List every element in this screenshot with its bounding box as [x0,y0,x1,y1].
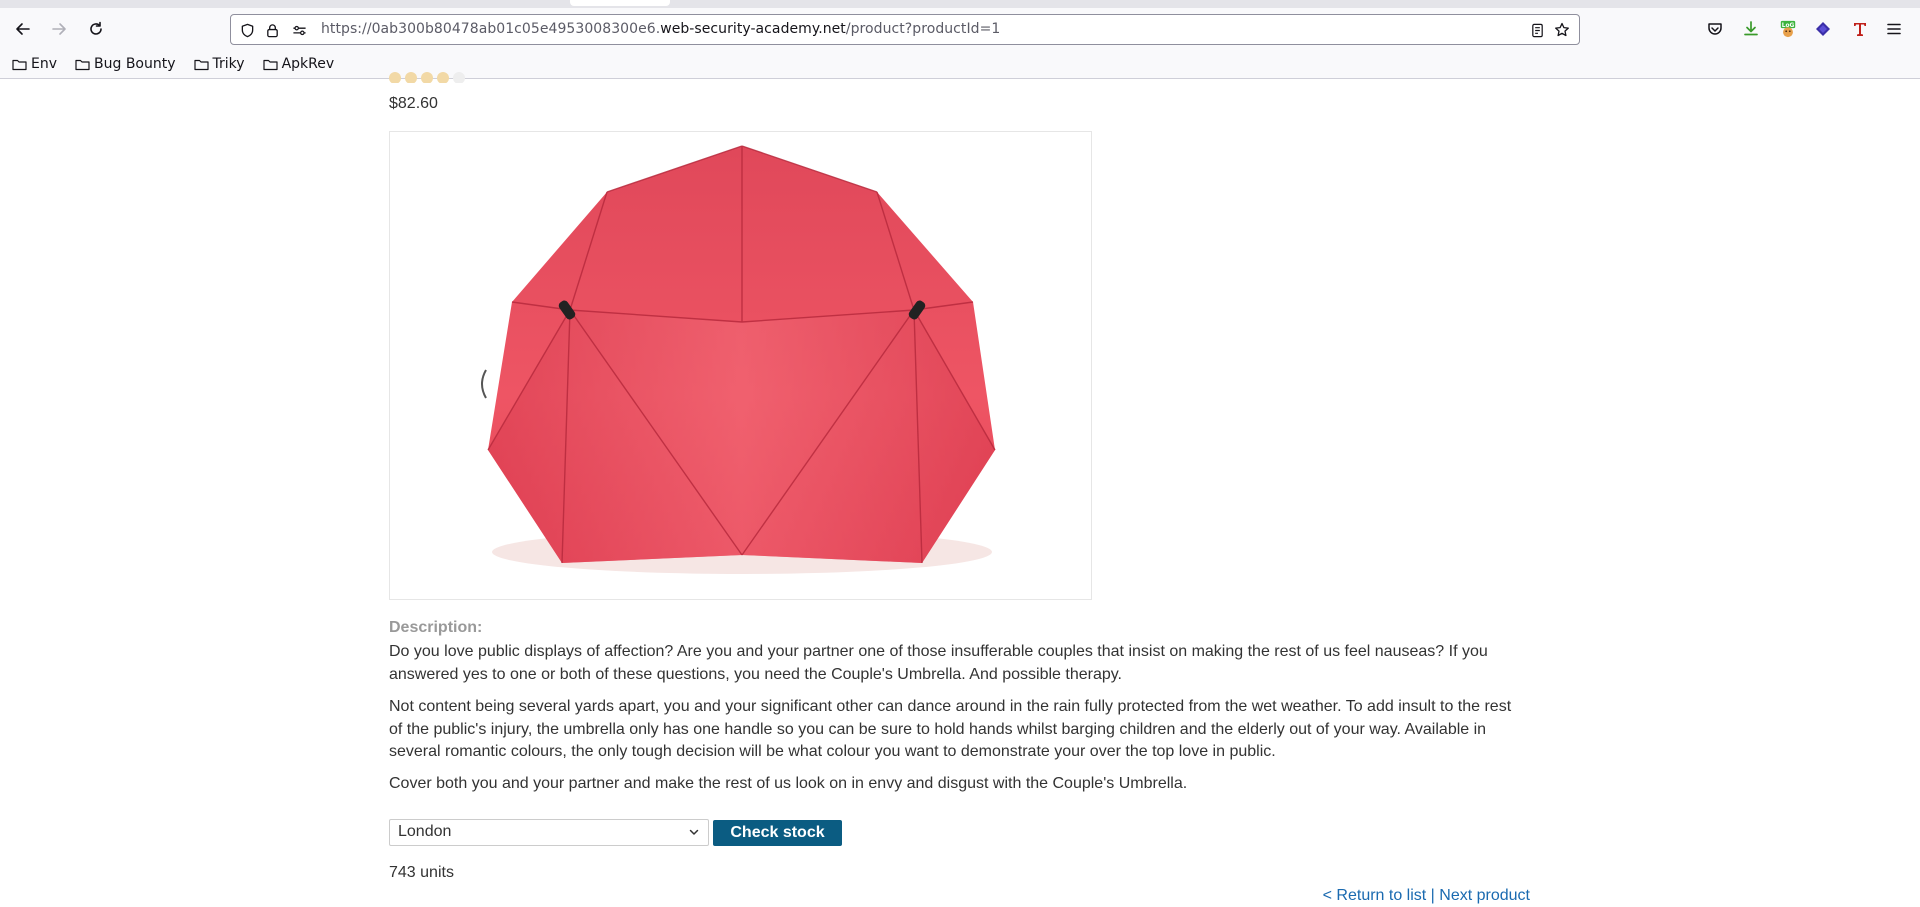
description-heading: Description: [389,619,483,636]
reload-icon [90,21,102,35]
rating-star-icon [437,72,449,83]
stock-result: 743 units [389,864,454,881]
next-product-link[interactable]: Next product [1439,887,1530,904]
bookmark-folder-triky[interactable]: Triky [193,56,245,72]
back-button[interactable] [11,17,35,41]
store-select-value: London [398,823,452,840]
tab-strip [0,0,1920,8]
url-prefix: https://0ab300b80478ab01c05e4953008300e6… [321,21,661,37]
folder-icon [12,59,27,70]
url-path: /product?productId=1 [845,21,1001,37]
browser-chrome: https://0ab300b80478ab01c05e4953008300e6… [0,0,1920,79]
description-paragraph: Not content being several yards apart, y… [389,698,1512,760]
rating-star-icon [453,72,465,83]
store-select[interactable]: London [389,819,709,846]
shield-icon[interactable] [239,22,255,38]
nav-separator: | [1426,887,1440,904]
description-paragraph: Cover both you and your partner and make… [389,775,1188,792]
product-price: $82.60 [389,95,438,112]
forward-arrow-icon [52,23,66,35]
return-to-list-link[interactable]: < Return to list [1323,887,1427,904]
bookmark-label: Env [31,56,58,72]
active-tab[interactable] [570,0,670,6]
folder-icon [262,59,278,70]
star-rating [389,71,509,83]
url-text[interactable]: https://0ab300b80478ab01c05e4953008300e6… [321,21,1000,37]
reload-button[interactable] [84,17,108,41]
forward-button[interactable] [47,17,71,41]
url-bar[interactable]: https://0ab300b80478ab01c05e4953008300e6… [230,14,1580,45]
downloads-icon[interactable] [1739,17,1763,41]
bookmark-folder-bug-bounty[interactable]: Bug Bounty [75,56,176,72]
permissions-icon[interactable] [291,22,307,38]
app-menu-icon[interactable] [1882,17,1906,41]
bookmark-folder-apkrev[interactable]: ApkRev [262,56,335,72]
bookmarks-toolbar: Env Bug Bounty Triky ApkRev [0,52,340,76]
rating-star-icon [405,72,417,83]
bookmark-label: ApkRev [281,56,335,72]
product-page: $82.60 Description: Do you love public d… [0,72,1920,907]
check-stock-button[interactable]: Check stock [713,820,842,846]
pocket-icon[interactable] [1703,17,1727,41]
url-host: web-security-academy.net [660,21,846,37]
back-arrow-icon [16,23,30,35]
description-paragraph: Do you love public displays of affection… [389,643,1488,683]
product-nav-links: < Return to list | Next product [1323,887,1530,905]
umbrella-illustration [481,145,996,574]
folder-icon [193,59,209,70]
bookmark-star-icon[interactable] [1554,22,1570,38]
rating-star-icon [389,72,401,83]
reader-view-icon[interactable] [1529,22,1545,38]
t-extension-icon[interactable] [1848,17,1872,41]
folder-icon [75,59,90,70]
bookmark-folder-env[interactable]: Env [12,56,57,72]
lock-icon[interactable] [264,22,280,38]
bookmark-label: Triky [212,56,245,72]
rating-star-icon [421,72,433,83]
purple-extension-icon[interactable] [1811,17,1835,41]
product-image [389,131,1092,600]
chevron-down-icon [689,829,699,835]
log-extension-icon[interactable]: LoG [1776,17,1800,41]
bookmark-label: Bug Bounty [94,56,176,72]
